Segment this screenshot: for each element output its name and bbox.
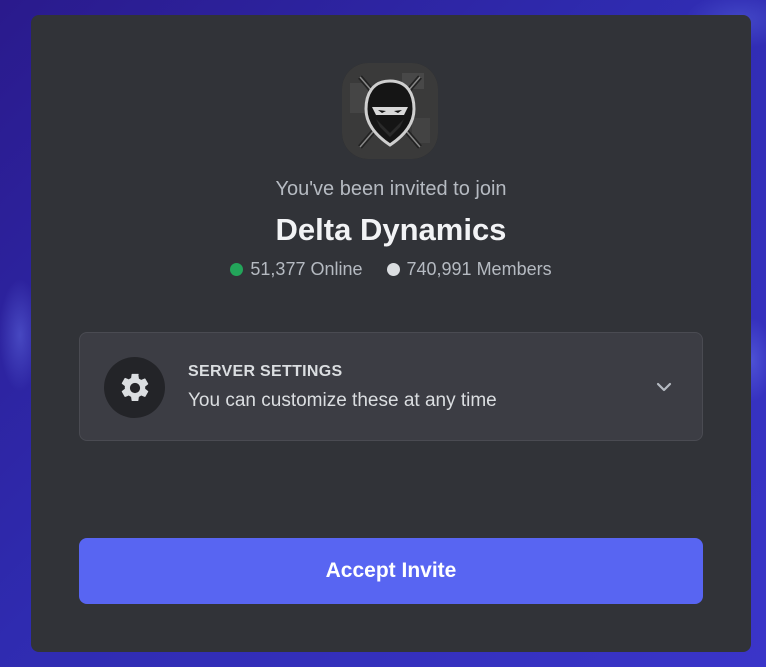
members-stat: 740,991 Members: [386, 259, 552, 280]
chevron-down-icon[interactable]: [654, 377, 674, 397]
settings-title: SERVER SETTINGS: [188, 363, 343, 380]
members-status-dot: [386, 263, 400, 276]
server-settings-toggle[interactable]: SERVER SETTINGS You can customize these …: [79, 332, 703, 441]
server-name: Delta Dynamics: [275, 212, 507, 247]
invite-modal: You've been invited to join Delta Dynami…: [31, 15, 751, 652]
online-status-dot: [230, 263, 244, 276]
gear-icon: [104, 357, 165, 418]
online-stat: 51,377 Online: [230, 259, 363, 280]
online-count: 51,377 Online: [250, 259, 363, 279]
member-count: 740,991 Members: [406, 259, 552, 279]
settings-subtitle: You can customize these at any time: [188, 390, 497, 411]
server-stats: 51,377 Online 740,991 Members: [31, 259, 751, 280]
accept-invite-button[interactable]: Accept Invite: [79, 538, 703, 604]
invite-intro-text: You've been invited to join: [275, 178, 507, 200]
ninja-logo-icon: [342, 63, 438, 159]
